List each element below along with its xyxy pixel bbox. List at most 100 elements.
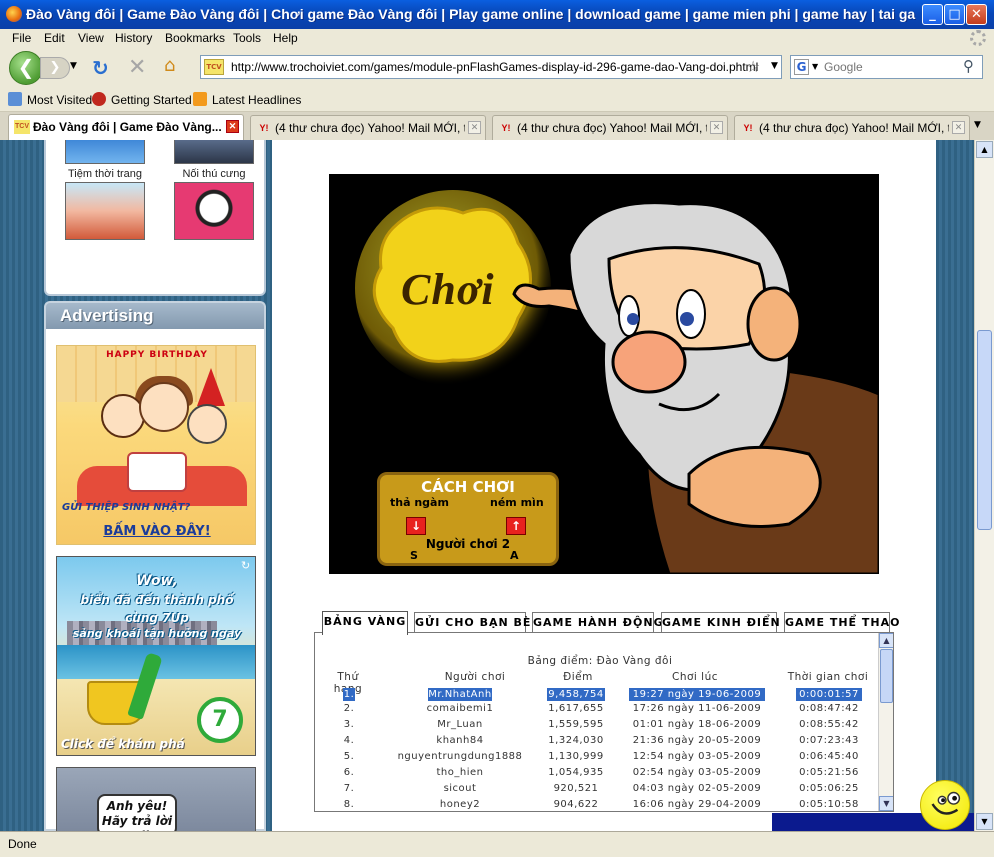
menu-edit[interactable]: Edit — [44, 31, 65, 45]
google-engine-icon[interactable]: G — [794, 59, 809, 75]
game-thumb[interactable] — [65, 140, 145, 164]
minimize-button[interactable]: _ — [922, 4, 943, 25]
7up-ad-caption[interactable]: Click để khám phá — [61, 737, 185, 751]
leaderboard-cell: 2. — [343, 703, 355, 714]
forward-button[interactable]: ❯ — [40, 57, 70, 79]
menu-history[interactable]: History — [115, 31, 152, 45]
leaderboard-cell: Mr.NhatAnh — [428, 688, 492, 701]
scroll-down-icon[interactable]: ▼ — [976, 813, 993, 830]
leaderboard: Bảng điểm: Đào Vàng đôi Thứ hạng Người c… — [314, 632, 894, 812]
7up-ad-line1: biển đã đến thành phố — [80, 593, 234, 607]
menu-tools[interactable]: Tools — [233, 31, 261, 45]
history-dropdown-icon[interactable]: ▼ — [70, 61, 77, 71]
birthday-ad-text: GỬI THIỆP SINH NHẬT? — [62, 502, 191, 513]
search-bar[interactable]: G ▼ ⚲ — [790, 55, 983, 79]
engine-dropdown-icon[interactable]: ▼ — [812, 62, 818, 71]
leaderboard-row[interactable]: 2. comaibemi1 1,617,655 17:26 ngày 11-06… — [315, 703, 875, 719]
leaderboard-row[interactable]: 3. Mr_Luan 1,559,595 01:01 ngày 18-06-20… — [315, 719, 875, 735]
tab-bang-vang[interactable]: BẢNG VÀNG — [322, 611, 408, 635]
leaderboard-cell: 904,622 — [553, 799, 599, 810]
bookmark-latest-headlines[interactable]: Latest Headlines — [193, 92, 301, 107]
tab-yahoo-mail-2[interactable]: Y! (4 thư chưa đọc) Yahoo! Mail MỚI, tr.… — [492, 115, 728, 140]
close-window-button[interactable]: ✕ — [966, 4, 987, 25]
thumb-caption[interactable]: Nối thú cưng — [159, 168, 269, 180]
scroll-thumb[interactable] — [977, 330, 992, 530]
birthday-ad-link[interactable]: BẤM VÀO ĐÂY! — [57, 524, 255, 539]
tab-close-icon[interactable]: ✕ — [710, 121, 723, 134]
tab-yahoo-mail-1[interactable]: Y! (4 thư chưa đọc) Yahoo! Mail MỚI, tr.… — [250, 115, 486, 140]
scroll-thumb[interactable] — [880, 649, 893, 703]
status-text: Done — [8, 837, 37, 851]
leaderboard-cell: 12:54 ngày 03-05-2009 — [632, 751, 762, 762]
home-icon[interactable]: ⌂ — [164, 55, 175, 76]
leaderboard-cell: 21:36 ngày 20-05-2009 — [632, 735, 762, 746]
tab-close-icon[interactable]: ✕ — [226, 120, 239, 133]
stop-icon[interactable]: ✕ — [128, 55, 146, 80]
menu-view[interactable]: View — [78, 31, 104, 45]
menu-file[interactable]: File — [12, 31, 31, 45]
thumb-caption[interactable]: Tiệm thời trang — [50, 168, 160, 180]
firefox-icon — [6, 6, 22, 22]
7up-ad[interactable]: ↻ Wow, biển đã đến thành phố cùng 7Up sả… — [56, 556, 256, 756]
arrow-down-icon: ↓ — [406, 517, 426, 535]
page-scrollbar[interactable]: ▲ ▼ — [974, 140, 994, 831]
game-thumb-noi-thu-cung[interactable] — [174, 182, 254, 240]
third-ad[interactable]: Anh yêu! Hãy trả lời em đi... — [56, 767, 256, 831]
tab-close-icon[interactable]: ✕ — [952, 121, 965, 134]
search-input[interactable] — [824, 59, 960, 75]
tab-dao-vang-doi[interactable]: TCV Đào Vàng đôi | Game Đào Vàng... ✕ — [8, 114, 244, 140]
scroll-up-icon[interactable]: ▲ — [879, 633, 893, 648]
menu-bar: File Edit View History Bookmarks Tools H… — [0, 29, 994, 49]
leaderboard-row[interactable]: 7. sicout 920,521 04:03 ngày 02-05-2009 … — [315, 783, 875, 799]
leaderboard-row[interactable]: 6. tho_hien 1,054,935 02:54 ngày 03-05-2… — [315, 767, 875, 783]
address-bar[interactable]: TCV http://www.trochoiviet.com/games/mod… — [200, 55, 782, 79]
reload-icon[interactable]: ↻ — [92, 56, 109, 80]
url-text[interactable]: http://www.trochoiviet.com/games/module-… — [231, 60, 758, 74]
tab-game-hanh-dong[interactable]: GAME HÀNH ĐỘNG — [532, 612, 663, 634]
leaderboard-cell: 0:07:23:43 — [799, 735, 859, 746]
tab-gui-cho-ban-be[interactable]: GỬI CHO BẠN BÈ — [414, 612, 530, 634]
yahoo-icon: Y! — [259, 123, 269, 133]
girl-face — [139, 382, 189, 432]
leaderboard-row[interactable]: 8. honey2 904,622 16:06 ngày 29-04-2009 … — [315, 799, 875, 811]
url-dropdown-icon[interactable]: ▼ — [771, 61, 778, 71]
tab-close-icon[interactable]: ✕ — [468, 121, 481, 134]
leaderboard-cell: sicout — [443, 783, 477, 794]
search-icon[interactable]: ⚲ — [963, 57, 974, 75]
leaderboard-cell: tho_hien — [436, 767, 484, 778]
tab-yahoo-mail-3[interactable]: Y! (4 thư chưa đọc) Yahoo! Mail MỚI, tr.… — [734, 115, 970, 140]
leaderboard-scrollbar[interactable]: ▲ ▼ — [878, 633, 893, 811]
leaderboard-row[interactable]: 5. nguyentrungdung1888 1,130,999 12:54 n… — [315, 751, 875, 767]
main-column: Chơi CÁCH CHƠI thả ngàm ném mìn ↓ ↑ Ngườ… — [272, 140, 936, 831]
scroll-up-icon[interactable]: ▲ — [976, 141, 993, 158]
leaderboard-cell: comaibemi1 — [426, 703, 494, 714]
maximize-button[interactable]: □ — [944, 4, 965, 25]
tab-list-icon[interactable]: ▼ — [974, 120, 981, 130]
leaderboard-row[interactable]: 4. khanh84 1,324,030 21:36 ngày 20-05-20… — [315, 735, 875, 751]
action-throw-bomb: ném mìn — [490, 496, 544, 509]
bookmark-getting-started[interactable]: Getting Started — [92, 92, 192, 107]
leaderboard-cell: 1,559,595 — [548, 719, 604, 730]
back-button[interactable]: ❮ — [9, 51, 43, 85]
tab-game-the-thao[interactable]: GAME THỂ THAO — [784, 612, 899, 634]
leaderboard-row[interactable]: 1. Mr.NhatAnh 9,458,754 19:27 ngày 19-06… — [315, 687, 875, 703]
scroll-down-icon[interactable]: ▼ — [879, 796, 893, 811]
leaderboard-caption: Bảng điểm: Đào Vàng đôi — [527, 655, 673, 667]
tab-game-kinh-dien[interactable]: GAME KINH ĐIỂN — [661, 612, 780, 634]
menu-bookmarks[interactable]: Bookmarks — [165, 31, 225, 45]
game-thumb-tiem-thoi-trang[interactable] — [65, 182, 145, 240]
arrow-up-icon: ↑ — [506, 517, 526, 535]
cake-icon — [127, 452, 187, 492]
leaderboard-cell: 0:00:01:57 — [796, 688, 862, 701]
bookmark-star-icon[interactable]: ☆ — [746, 57, 760, 76]
menu-help[interactable]: Help — [273, 31, 298, 45]
7up-ad-line2: cùng 7Up — [125, 611, 189, 625]
flash-game-area[interactable]: Chơi CÁCH CHƠI thả ngàm ném mìn ↓ ↑ Ngườ… — [329, 174, 879, 574]
miner-character — [512, 201, 879, 574]
birthday-ad[interactable]: HAPPY BIRTHDAY GỬI THIỆP SINH NHẬT? BẤM … — [56, 345, 256, 545]
smiley-icon[interactable] — [920, 780, 970, 830]
play-label[interactable]: Chơi — [401, 264, 495, 315]
refresh-icon[interactable]: ↻ — [241, 559, 250, 572]
bookmark-most-visited[interactable]: Most Visited — [8, 92, 92, 107]
game-thumb[interactable] — [174, 140, 254, 164]
